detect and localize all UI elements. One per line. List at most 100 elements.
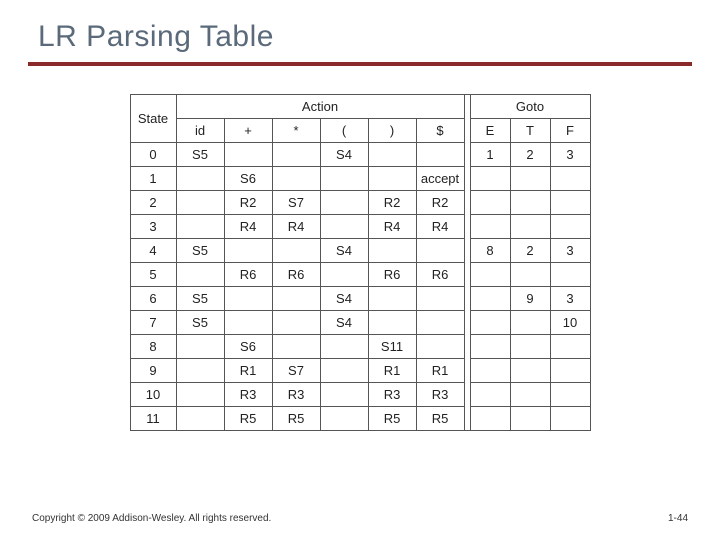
goto-cell — [550, 167, 590, 191]
goto-cell — [510, 191, 550, 215]
state-cell: 2 — [130, 191, 176, 215]
action-cell — [176, 215, 224, 239]
action-cell: accept — [416, 167, 464, 191]
action-cell — [320, 335, 368, 359]
action-cell: R3 — [368, 383, 416, 407]
action-cell — [272, 335, 320, 359]
goto-cell: 1 — [470, 143, 510, 167]
goto-cell — [550, 335, 590, 359]
action-cell — [176, 263, 224, 287]
table-row: 7S5S410 — [130, 311, 590, 335]
col-header-E: E — [470, 119, 510, 143]
action-cell — [368, 167, 416, 191]
goto-cell — [470, 407, 510, 431]
title-rule — [28, 62, 692, 66]
col-header-F: F — [550, 119, 590, 143]
table-row: 0S5S4123 — [130, 143, 590, 167]
goto-cell — [550, 191, 590, 215]
state-cell: 9 — [130, 359, 176, 383]
state-cell: 1 — [130, 167, 176, 191]
goto-cell: 9 — [510, 287, 550, 311]
state-cell: 6 — [130, 287, 176, 311]
goto-cell — [550, 383, 590, 407]
col-header-state: State — [130, 95, 176, 143]
action-cell: R3 — [416, 383, 464, 407]
page-title: LR Parsing Table — [0, 0, 720, 62]
table-row: 3R4R4R4R4 — [130, 215, 590, 239]
state-cell: 0 — [130, 143, 176, 167]
action-cell: R2 — [224, 191, 272, 215]
goto-cell: 8 — [470, 239, 510, 263]
action-cell: R5 — [368, 407, 416, 431]
action-cell — [368, 143, 416, 167]
page-number: 1-44 — [668, 513, 688, 524]
action-cell: R6 — [224, 263, 272, 287]
col-header-lparen: ( — [320, 119, 368, 143]
action-cell: R5 — [272, 407, 320, 431]
action-cell — [320, 383, 368, 407]
footer: Copyright © 2009 Addison-Wesley. All rig… — [32, 513, 688, 524]
action-cell: R6 — [368, 263, 416, 287]
action-cell: S6 — [224, 167, 272, 191]
action-cell: R6 — [272, 263, 320, 287]
goto-cell — [550, 215, 590, 239]
action-cell — [320, 191, 368, 215]
copyright-text: Copyright © 2009 Addison-Wesley. All rig… — [32, 513, 271, 524]
col-header-rparen: ) — [368, 119, 416, 143]
action-cell: S7 — [272, 359, 320, 383]
goto-cell — [550, 407, 590, 431]
state-cell: 8 — [130, 335, 176, 359]
goto-cell — [470, 359, 510, 383]
table-body: 0S5S41231S6accept2R2S7R2R23R4R4R4R44S5S4… — [130, 143, 590, 431]
goto-cell — [470, 215, 510, 239]
table-row: 4S5S4823 — [130, 239, 590, 263]
action-cell: R1 — [368, 359, 416, 383]
goto-cell — [510, 263, 550, 287]
action-cell: R3 — [272, 383, 320, 407]
table-head: State Action Goto id + * ( ) $ E T F — [130, 95, 590, 143]
action-cell: R1 — [224, 359, 272, 383]
action-cell — [320, 407, 368, 431]
state-cell: 5 — [130, 263, 176, 287]
goto-cell — [550, 263, 590, 287]
action-cell: R5 — [224, 407, 272, 431]
goto-cell — [510, 311, 550, 335]
action-cell: R4 — [272, 215, 320, 239]
goto-cell — [510, 407, 550, 431]
col-header-dollar: $ — [416, 119, 464, 143]
action-cell — [272, 287, 320, 311]
goto-cell — [470, 335, 510, 359]
table-row: 1 S6 accept — [130, 167, 590, 191]
action-cell: R4 — [368, 215, 416, 239]
action-cell: R3 — [224, 383, 272, 407]
action-cell — [272, 143, 320, 167]
action-cell — [272, 167, 320, 191]
goto-cell: 3 — [550, 239, 590, 263]
action-cell — [224, 311, 272, 335]
action-cell — [368, 239, 416, 263]
action-cell: S11 — [368, 335, 416, 359]
action-cell: S4 — [320, 143, 368, 167]
action-cell: R1 — [416, 359, 464, 383]
table-row: 2R2S7R2R2 — [130, 191, 590, 215]
goto-cell — [510, 167, 550, 191]
state-cell: 4 — [130, 239, 176, 263]
table-row: 11R5R5R5R5 — [130, 407, 590, 431]
action-cell — [176, 167, 224, 191]
action-cell: R6 — [416, 263, 464, 287]
action-cell — [176, 383, 224, 407]
goto-cell: 10 — [550, 311, 590, 335]
action-cell: S7 — [272, 191, 320, 215]
action-cell: R2 — [416, 191, 464, 215]
action-cell — [320, 263, 368, 287]
action-cell — [176, 407, 224, 431]
action-cell: S5 — [176, 143, 224, 167]
table-row: 8S6S11 — [130, 335, 590, 359]
col-header-id: id — [176, 119, 224, 143]
goto-cell: 3 — [550, 143, 590, 167]
goto-cell: 2 — [510, 239, 550, 263]
action-cell: S4 — [320, 287, 368, 311]
action-cell — [176, 191, 224, 215]
action-cell: S5 — [176, 311, 224, 335]
col-header-action: Action — [176, 95, 464, 119]
